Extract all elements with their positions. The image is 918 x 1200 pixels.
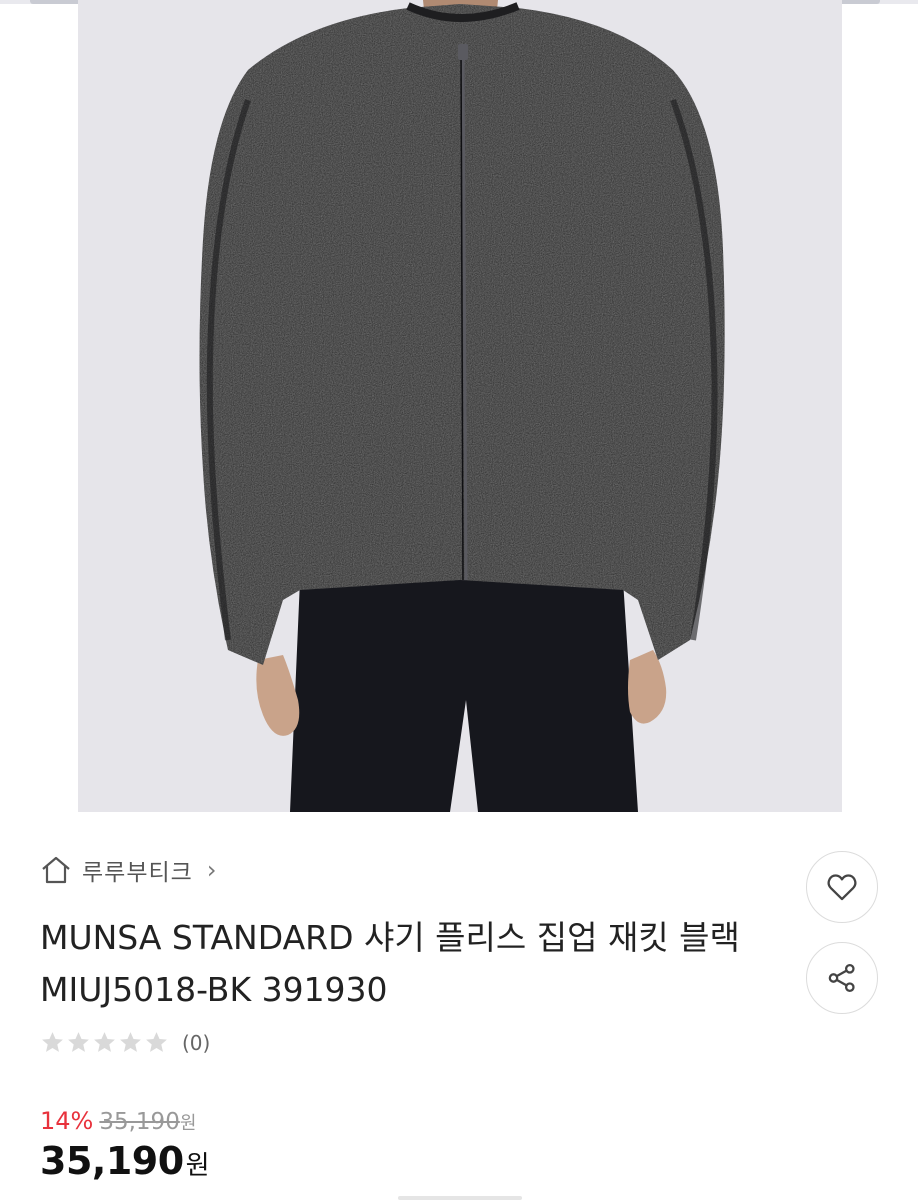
- product-title: MUNSA STANDARD 샤기 플리스 집업 재킷 블랙 MIUJ5018-…: [40, 918, 740, 1009]
- review-count: (0): [182, 1030, 211, 1055]
- product-image[interactable]: [78, 0, 842, 812]
- bottom-handle: [398, 1196, 522, 1200]
- fleece-jacket-photo: [78, 0, 842, 812]
- chevron-right-icon: ›: [206, 856, 217, 884]
- star-icon: [120, 1032, 141, 1052]
- star-icon: [42, 1032, 63, 1052]
- sale-row: 35,190 원: [40, 1139, 210, 1183]
- star-icon: [146, 1032, 167, 1052]
- discount-rate: 14%: [40, 1107, 94, 1135]
- star-rating: [40, 1030, 170, 1055]
- sale-price-unit: 원: [185, 1151, 210, 1181]
- rating[interactable]: (0): [40, 1030, 210, 1055]
- share-button[interactable]: [806, 942, 878, 1014]
- original-price: 35,190: [99, 1109, 180, 1135]
- shop-name: 루루부티크: [82, 860, 193, 886]
- original-price-unit: 원: [179, 1113, 197, 1134]
- sale-price: 35,190: [40, 1139, 184, 1183]
- like-button[interactable]: [806, 851, 878, 923]
- price-box: 14% 35,190 원 35,190 원: [40, 1107, 210, 1183]
- shop-link[interactable]: 루루부티크 ›: [40, 852, 216, 888]
- star-icon: [68, 1032, 89, 1052]
- share-icon: [828, 963, 855, 993]
- home-icon: [42, 856, 70, 884]
- star-icon: [94, 1032, 115, 1052]
- heart-icon: [827, 874, 857, 901]
- discount-row: 14% 35,190 원: [40, 1107, 210, 1135]
